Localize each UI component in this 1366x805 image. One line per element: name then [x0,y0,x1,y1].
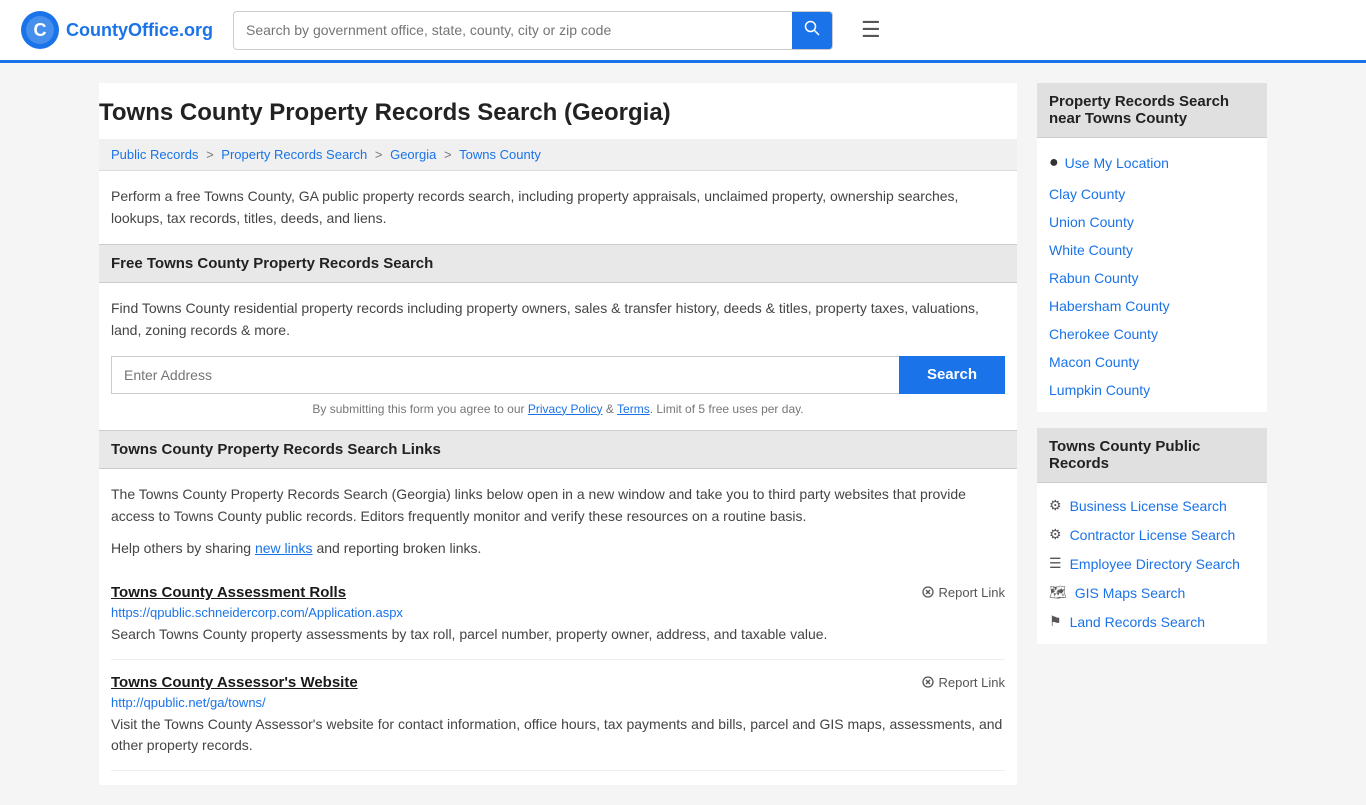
sidebar-item-macon[interactable]: Macon County [1037,348,1267,376]
sidebar-item-lumpkin[interactable]: Lumpkin County [1037,376,1267,404]
logo-name: CountyOffice [66,20,179,40]
form-disclaimer: By submitting this form you agree to our… [111,402,1005,416]
record-link-assessment-rolls: Towns County Assessment Rolls Report Lin… [111,570,1005,660]
menu-icon[interactable]: ☰ [861,17,881,43]
search-section: Find Towns County residential property r… [99,283,1017,430]
breadcrumb-property-records-search[interactable]: Property Records Search [221,147,367,162]
terms-link[interactable]: Terms [617,402,650,416]
new-links-link[interactable]: new links [255,540,313,556]
assessor-website-title[interactable]: Towns County Assessor's Website [111,674,358,691]
sidebar-item-habersham[interactable]: Habersham County [1037,292,1267,320]
sidebar-item-land-records[interactable]: ⚑ Land Records Search [1037,607,1267,636]
sidebar-item-white[interactable]: White County [1037,236,1267,264]
nearby-counties-box: Property Records Search near Towns Count… [1037,83,1267,412]
search-button[interactable]: Search [899,356,1005,394]
map-icon: 🗺 [1049,584,1067,601]
report-icon-2 [921,675,935,689]
site-header: C CountyOffice.org ☰ [0,0,1366,63]
gear-icon-2: ⚙ [1049,526,1062,543]
assessment-rolls-url[interactable]: https://qpublic.schneidercorp.com/Applic… [111,605,1005,620]
breadcrumb-towns-county[interactable]: Towns County [459,147,541,162]
sidebar-item-employee-directory[interactable]: ☰ Employee Directory Search [1037,549,1267,578]
help-text: Help others by sharing new links and rep… [111,537,1005,559]
location-icon: ● [1049,154,1059,172]
sidebar-item-rabun[interactable]: Rabun County [1037,264,1267,292]
assessor-website-url[interactable]: http://qpublic.net/ga/towns/ [111,695,1005,710]
sidebar-item-gis-maps[interactable]: 🗺 GIS Maps Search [1037,578,1267,607]
description: Perform a free Towns County, GA public p… [99,171,1017,244]
main-content: Towns County Property Records Search (Ge… [99,83,1017,785]
nearby-counties-header: Property Records Search near Towns Count… [1037,83,1267,138]
sidebar-item-clay[interactable]: Clay County [1037,180,1267,208]
breadcrumb-georgia[interactable]: Georgia [390,147,436,162]
privacy-policy-link[interactable]: Privacy Policy [528,402,603,416]
record-link-assessor-website: Towns County Assessor's Website Report L… [111,660,1005,771]
sidebar-item-cherokee[interactable]: Cherokee County [1037,320,1267,348]
logo-icon: C [20,10,60,50]
assessment-rolls-title[interactable]: Towns County Assessment Rolls [111,584,346,601]
free-search-header: Free Towns County Property Records Searc… [99,244,1017,283]
sidebar-item-union[interactable]: Union County [1037,208,1267,236]
page-title: Towns County Property Records Search (Ge… [99,83,1017,139]
sidebar-item-business-license[interactable]: ⚙ Business License Search [1037,491,1267,520]
public-records-header: Towns County Public Records [1037,428,1267,483]
address-input[interactable] [111,356,899,394]
assessment-rolls-desc: Search Towns County property assessments… [111,624,1005,645]
header-search-button[interactable] [792,12,832,49]
header-search-input[interactable] [234,14,792,46]
breadcrumb: Public Records > Property Records Search… [99,139,1017,171]
public-records-content: ⚙ Business License Search ⚙ Contractor L… [1037,483,1267,644]
public-records-box: Towns County Public Records ⚙ Business L… [1037,428,1267,644]
nearby-counties-content: ● Use My Location Clay County Union Coun… [1037,138,1267,412]
main-layout: Towns County Property Records Search (Ge… [83,63,1283,805]
sidebar: Property Records Search near Towns Count… [1037,83,1267,785]
breadcrumb-public-records[interactable]: Public Records [111,147,198,162]
svg-text:C: C [34,20,47,40]
header-search-bar [233,11,833,50]
gear-icon-1: ⚙ [1049,497,1062,514]
flag-icon: ⚑ [1049,613,1062,630]
header-search-icon [804,20,820,36]
report-link-assessment[interactable]: Report Link [921,585,1005,600]
logo[interactable]: C CountyOffice.org [20,10,213,50]
report-link-assessor[interactable]: Report Link [921,675,1005,690]
assessor-website-desc: Visit the Towns County Assessor's websit… [111,714,1005,756]
report-icon [921,585,935,599]
sidebar-item-contractor-license[interactable]: ⚙ Contractor License Search [1037,520,1267,549]
links-header: Towns County Property Records Search Lin… [99,430,1017,469]
use-location[interactable]: ● Use My Location [1037,146,1267,180]
links-section: The Towns County Property Records Search… [99,469,1017,785]
list-icon: ☰ [1049,555,1062,572]
logo-text: CountyOffice.org [66,20,213,41]
address-search-form: Search [111,356,1005,394]
